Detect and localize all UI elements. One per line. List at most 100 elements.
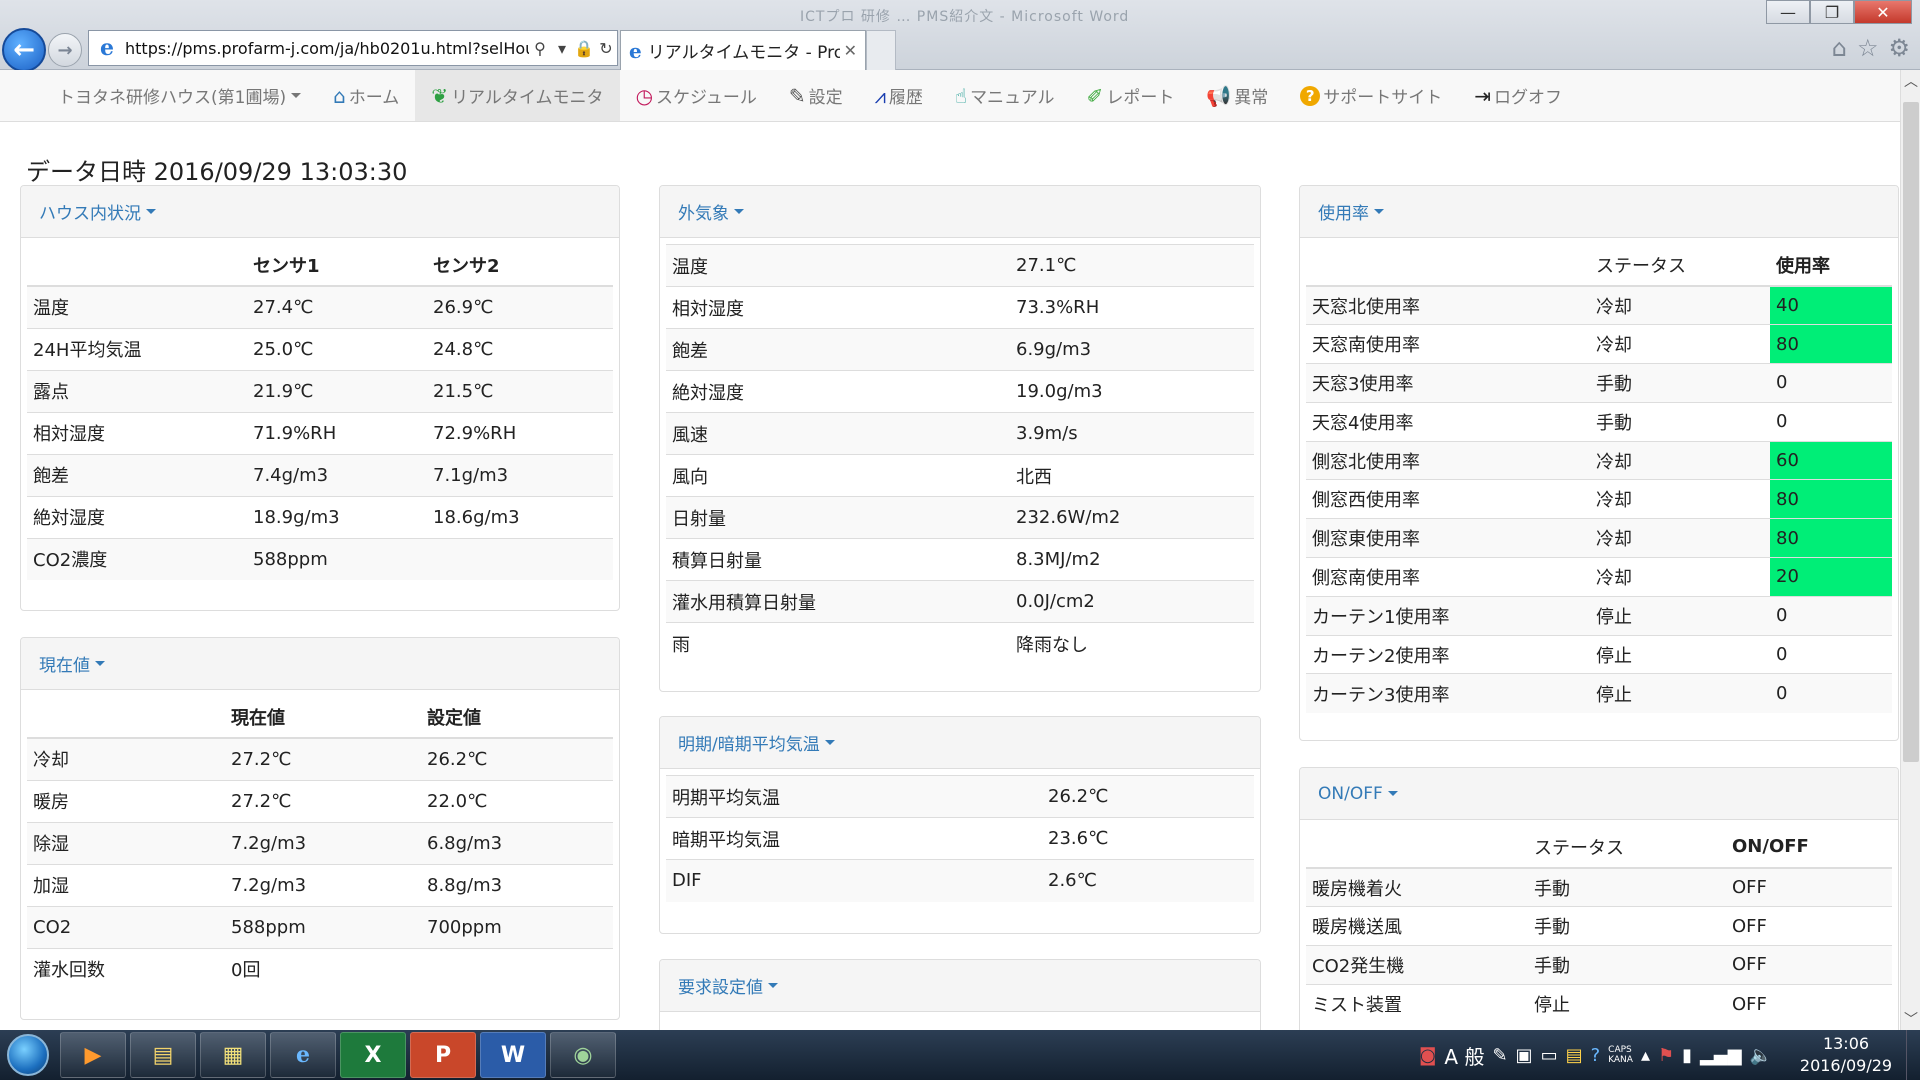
refresh-icon[interactable]: ↻ — [595, 39, 617, 58]
power-icon[interactable]: ▮ — [1682, 1045, 1692, 1066]
taskbar-powerpoint[interactable]: P — [410, 1032, 476, 1078]
ime-toolbar-icon[interactable]: ✎ — [1492, 1045, 1507, 1066]
url-text[interactable]: https://pms.profarm-j.com/ja/hb0201u.htm… — [125, 39, 529, 58]
action-center-icon[interactable]: ⚑ — [1658, 1045, 1674, 1066]
row-value: 0.0J/cm2 — [1010, 580, 1254, 623]
tray-app-icon[interactable]: ◙ — [1419, 1045, 1436, 1066]
nav-schedule[interactable]: ◷ スケジュール — [620, 70, 773, 121]
nav-history[interactable]: ⩘ 履歴 — [859, 70, 939, 121]
scroll-down-icon[interactable]: ﹀ — [1901, 1008, 1920, 1030]
start-button[interactable] — [0, 1030, 56, 1080]
tray-expand-icon[interactable]: ▴ — [1641, 1045, 1650, 1066]
onoff-value: OFF — [1726, 983, 1892, 1024]
search-icon[interactable]: ⚲ — [529, 39, 551, 58]
arrow-right-icon: → — [57, 39, 73, 61]
sensor1-value: 18.9g/m3 — [247, 495, 427, 538]
row-value: 3.9m/s — [1010, 412, 1254, 455]
table-row: 風向 北西 — [666, 454, 1254, 497]
scroll-thumb[interactable] — [1903, 102, 1919, 762]
current-values-heading[interactable]: 現在値 — [21, 638, 619, 690]
back-button[interactable]: ← — [2, 28, 46, 72]
tab-close-icon[interactable]: ✕ — [844, 41, 857, 60]
usage-rate-heading[interactable]: 使用率 — [1300, 186, 1898, 238]
status-value: 冷却 — [1590, 518, 1770, 558]
sensor1-value: 21.9℃ — [247, 369, 427, 412]
browser-tab[interactable]: e リアルタイムモニタ - Pro... ✕ — [620, 30, 866, 70]
sensor2-value: 24.8℃ — [427, 327, 613, 370]
nav-settings[interactable]: ✎ 設定 — [773, 70, 859, 121]
page-scrollbar[interactable]: ︿ ﹀ — [1900, 70, 1920, 1030]
nav-report[interactable]: ✐ レポート — [1071, 70, 1191, 121]
taskbar-excel[interactable]: X — [340, 1032, 406, 1078]
dropdown-icon[interactable]: ▾ — [551, 39, 573, 58]
gear-icon[interactable]: ⚙ — [1888, 34, 1910, 62]
taskbar-word[interactable]: W — [480, 1032, 546, 1078]
taskbar-internet-explorer[interactable]: e — [270, 1032, 336, 1078]
house-status-heading[interactable]: ハウス内状況 — [21, 186, 619, 238]
row-label: CO2発生機 — [1306, 945, 1528, 985]
row-label: 絶対湿度 — [666, 370, 1010, 413]
requested-setpoints-heading[interactable]: 要求設定値 — [660, 960, 1260, 1012]
close-window-button[interactable]: ✕ — [1854, 0, 1912, 24]
caret-down-icon — [768, 983, 778, 988]
panel-title: ON/OFF — [1318, 783, 1383, 804]
taskbar-media-player[interactable]: ▶ — [60, 1032, 126, 1078]
on-off-heading[interactable]: ON/OFF — [1300, 768, 1898, 820]
status-value: 冷却 — [1590, 479, 1770, 519]
outdoor-weather-panel: 外気象 温度 27.1℃ 相対湿度 73.3%RH 飽差 6.9g/m3 絶対湿度 19… — [659, 185, 1261, 692]
house-status-panel: ハウス内状況 センサ1 センサ2 温度 27.4℃ 26.9℃ 24H平均気温 25.… — [20, 185, 620, 611]
ime-dictionary-icon[interactable]: ▭ — [1541, 1045, 1558, 1066]
home-icon[interactable]: ⌂ — [1832, 34, 1847, 62]
nav-home[interactable]: ⌂ ホーム — [317, 70, 415, 121]
ime-help-icon[interactable]: ? — [1591, 1045, 1601, 1066]
table-row: 明期平均気温 26.2℃ — [666, 775, 1254, 818]
nav-manual[interactable]: ☝ マニュアル — [939, 70, 1071, 121]
row-value: 27.1℃ — [1010, 244, 1254, 287]
ime-mode-indicator[interactable]: A 般 — [1444, 1041, 1484, 1070]
panel-title: 外気象 — [678, 204, 729, 224]
taskbar-sticky-notes[interactable]: ▦ — [200, 1032, 266, 1078]
usage-value: 0 — [1770, 595, 1892, 636]
nav-alert[interactable]: 📢 異常 — [1190, 70, 1284, 121]
sensor1-value: 71.9%RH — [247, 411, 427, 454]
row-label: 側窓北使用率 — [1306, 440, 1590, 480]
nav-label: 履歴 — [888, 88, 923, 108]
nav-logoff[interactable]: ⇥ ログオフ — [1458, 70, 1578, 121]
row-label: 露点 — [27, 369, 247, 412]
nav-label: 異常 — [1234, 88, 1269, 108]
taskbar-explorer[interactable]: ▤ — [130, 1032, 196, 1078]
table-row: 天窓南使用率 冷却 80 — [1306, 324, 1892, 364]
usage-value: 0 — [1770, 673, 1892, 713]
scroll-up-icon[interactable]: ︿ — [1901, 70, 1920, 92]
forward-button[interactable]: → — [48, 33, 82, 67]
row-label: 側窓西使用率 — [1306, 479, 1590, 519]
star-icon[interactable]: ☆ — [1857, 34, 1879, 62]
ime-pad-icon[interactable]: ▣ — [1516, 1045, 1533, 1066]
nav-support-site[interactable]: ? サポートサイト — [1284, 70, 1458, 121]
row-label: カーテン2使用率 — [1306, 634, 1590, 674]
show-desktop-button[interactable] — [1906, 1030, 1920, 1080]
address-bar[interactable]: e https://pms.profarm-j.com/ja/hb0201u.h… — [88, 30, 618, 66]
outdoor-weather-heading[interactable]: 外気象 — [660, 186, 1260, 238]
tab-title: リアルタイムモニタ - Pro... — [647, 43, 840, 63]
table-row: 暖房 27.2℃ 22.0℃ — [27, 779, 613, 822]
row-value: 232.6W/m2 — [1010, 496, 1254, 539]
minimize-button[interactable]: — — [1766, 0, 1810, 24]
light-dark-temp-heading[interactable]: 明期/暗期平均気温 — [660, 717, 1260, 769]
maximize-button[interactable]: ❐ — [1810, 0, 1854, 24]
row-label: 灌水回数 — [27, 947, 225, 990]
status-value: 冷却 — [1590, 440, 1770, 480]
row-value: 23.6℃ — [1042, 817, 1254, 860]
pen-icon: ✐ — [1086, 83, 1104, 108]
ime-tools-icon[interactable]: ▤ — [1566, 1045, 1583, 1066]
house-selector[interactable]: トヨタネ研修ハウス(第1圃場) — [42, 70, 317, 121]
new-tab-button[interactable] — [866, 30, 896, 70]
lock-icon[interactable]: 🔒 — [573, 39, 595, 58]
row-label: CO2濃度 — [27, 537, 247, 580]
taskbar-network-app[interactable]: ◉ — [550, 1032, 616, 1078]
volume-icon[interactable]: 🔈 — [1750, 1045, 1772, 1066]
nav-realtime-monitor[interactable]: ❦ リアルタイムモニタ — [415, 70, 620, 121]
network-icon[interactable]: ▂▄▆ — [1700, 1045, 1742, 1066]
row-label: 積算日射量 — [666, 538, 1010, 581]
taskbar-clock[interactable]: 13:06 2016/09/29 — [1786, 1033, 1906, 1077]
